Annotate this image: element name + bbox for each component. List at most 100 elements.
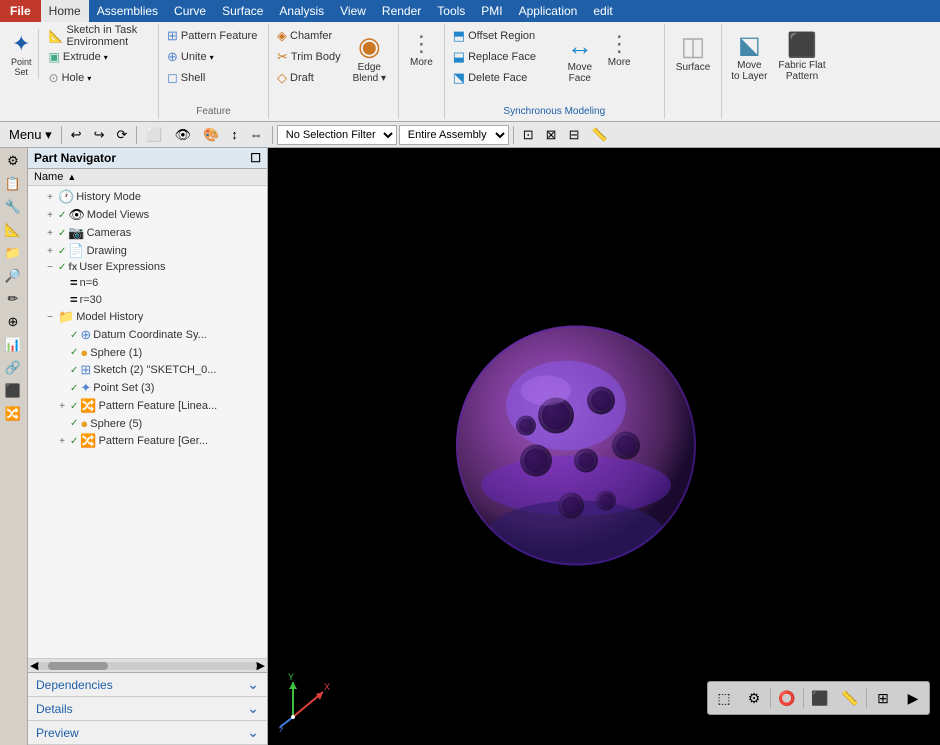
measure-btn[interactable]: 📏 <box>586 124 612 146</box>
snap-btn[interactable]: ⊡ <box>518 124 539 146</box>
menu-tab-curve[interactable]: Curve <box>166 0 214 22</box>
tree-item-sketch2[interactable]: ✓ ⊞ Sketch (2) "SKETCH_0... <box>28 361 267 379</box>
separator1 <box>61 126 62 144</box>
menu-button[interactable]: Menu ▾ <box>4 124 57 146</box>
tree-item-sphere1[interactable]: ✓ ● Sphere (1) <box>28 344 267 361</box>
redo-button[interactable]: ↪ <box>89 124 110 146</box>
sidebar-icon-2[interactable]: 📋 <box>2 173 24 195</box>
menu-tab-assemblies[interactable]: Assemblies <box>89 0 166 22</box>
part-navigator-expand[interactable]: ☐ <box>250 151 261 165</box>
menu-tab-edit[interactable]: edit <box>585 0 620 22</box>
pattern-feature-button[interactable]: ⊞ Pattern Feature <box>163 26 264 46</box>
menu-tab-home[interactable]: Home <box>41 0 89 22</box>
vp-btn-1[interactable]: ⬚ <box>710 684 738 712</box>
details-expand-icon: ⌄ <box>247 700 259 717</box>
move-face-button[interactable]: ↔ MoveFace <box>560 26 600 103</box>
datum-icon: ⊕ <box>80 327 91 343</box>
sidebar-icon-5[interactable]: 📁 <box>2 242 24 264</box>
menu-tab-render[interactable]: Render <box>374 0 429 22</box>
tree-item-model-views[interactable]: + ✓ 👁 Model Views <box>28 206 267 224</box>
sidebar-icon-10[interactable]: 🔗 <box>2 357 24 379</box>
edge-blend-button[interactable]: ◉ EdgeBlend ▾ <box>346 26 393 103</box>
view-btn3[interactable]: 🎨 <box>198 124 224 146</box>
view-btn1[interactable]: ⬜ <box>141 124 167 146</box>
menu-tab-application[interactable]: Application <box>511 0 586 22</box>
tree-item-pattern-linear[interactable]: + ✓ 🔀 Pattern Feature [Linea... <box>28 397 267 415</box>
expand-icon: − <box>44 312 56 323</box>
vp-btn-5[interactable]: 📏 <box>836 684 864 712</box>
vp-sep2 <box>803 688 804 708</box>
undo-button[interactable]: ↩ <box>66 124 87 146</box>
replace-face-button[interactable]: ⬓ Replace Face <box>449 47 559 67</box>
selection-filter-select[interactable]: No Selection Filter <box>277 125 397 145</box>
scroll-left[interactable]: ◀ <box>30 659 38 672</box>
expand-icon: + <box>56 401 68 412</box>
scroll-track[interactable] <box>38 662 256 670</box>
extrude-button[interactable]: ▣ Extrude ▾ <box>45 47 142 67</box>
tree-item-cameras[interactable]: + ✓ 📷 Cameras <box>28 224 267 242</box>
nav-tree[interactable]: + 🕐 History Mode + ✓ 👁 Model Views + ✓ 📷… <box>28 186 267 658</box>
vp-btn-3[interactable]: ⭕ <box>773 684 801 712</box>
tree-item-model-history[interactable]: − 📁 Model History <box>28 308 267 326</box>
sidebar-icon-3[interactable]: 🔧 <box>2 196 24 218</box>
tree-item-user-expr[interactable]: − ✓ fx User Expressions <box>28 260 267 274</box>
shell-button[interactable]: ◻ Shell <box>163 68 264 88</box>
preview-header[interactable]: Preview ⌄ <box>28 721 267 744</box>
menu-tab-tools[interactable]: Tools <box>429 0 473 22</box>
surface-button[interactable]: ◫ Surface <box>669 26 717 92</box>
draft-button[interactable]: ◇ Draft <box>273 68 345 88</box>
menu-tab-pmi[interactable]: PMI <box>473 0 510 22</box>
filter-btn[interactable]: ⊠ <box>541 124 562 146</box>
sketch-button[interactable]: 📐 Sketch in TaskEnvironment <box>45 26 142 46</box>
fabric-flat-pattern-button[interactable]: ⬛ Fabric FlatPattern <box>773 26 830 101</box>
menu-tab-analysis[interactable]: Analysis <box>271 0 332 22</box>
offset-region-button[interactable]: ⬒ Offset Region <box>449 26 559 46</box>
tree-item-expr-r[interactable]: = r=30 <box>28 291 267 308</box>
tree-item-pattern-gen[interactable]: + ✓ 🔀 Pattern Feature [Ger... <box>28 432 267 450</box>
assembly-filter-select[interactable]: Entire Assembly <box>399 125 509 145</box>
trim-body-button[interactable]: ✂ Trim Body <box>273 47 345 67</box>
sidebar-icon-4[interactable]: 📐 <box>2 219 24 241</box>
view-btn4[interactable]: ↕ <box>226 124 243 146</box>
sidebar-icon-9[interactable]: 📊 <box>2 334 24 356</box>
view-btn2[interactable]: 👁 <box>170 124 197 146</box>
tree-item-history-mode[interactable]: + 🕐 History Mode <box>28 188 267 206</box>
move-to-layer-button[interactable]: ⬕ Moveto Layer <box>726 26 772 101</box>
menu-tab-surface[interactable]: Surface <box>214 0 271 22</box>
chamfer-button[interactable]: ◈ Chamfer <box>273 26 345 46</box>
menu-tab-view[interactable]: View <box>332 0 374 22</box>
details-header[interactable]: Details ⌄ <box>28 697 267 720</box>
vp-expand[interactable]: ▶ <box>899 684 927 712</box>
more1-button[interactable]: ⋮ More <box>403 26 440 87</box>
delete-face-button[interactable]: ⬔ Delete Face <box>449 68 559 88</box>
tree-item-drawing[interactable]: + ✓ 📄 Drawing <box>28 242 267 260</box>
scroll-right[interactable]: ▶ <box>257 659 265 672</box>
sidebar-icon-1[interactable]: ⚙ <box>2 150 24 172</box>
vp-btn-6[interactable]: ⊞ <box>869 684 897 712</box>
sidebar-icon-6[interactable]: 🔎 <box>2 265 24 287</box>
more2-button[interactable]: ⋮ More <box>601 26 638 87</box>
file-menu-button[interactable]: File <box>0 0 41 22</box>
sidebar-icon-12[interactable]: 🔀 <box>2 403 24 425</box>
sidebar-icon-11[interactable]: ⬛ <box>2 380 24 402</box>
refresh-button[interactable]: ⟳ <box>111 124 132 146</box>
nav-scrollbar[interactable]: ◀ ▶ <box>28 658 267 672</box>
tree-item-sphere5[interactable]: ✓ ● Sphere (5) <box>28 415 267 432</box>
tree-item-pointset3[interactable]: ✓ ✦ Point Set (3) <box>28 379 267 397</box>
sidebar-icon-8[interactable]: ⊕ <box>2 311 24 333</box>
dependencies-header[interactable]: Dependencies ⌄ <box>28 673 267 696</box>
hole-button[interactable]: ⊙ Hole ▾ <box>45 68 142 88</box>
point-set-button[interactable]: ✦ PointSet <box>8 26 44 82</box>
tree-item-expr-n[interactable]: = n=6 <box>28 274 267 291</box>
constraint-btn[interactable]: ⊟ <box>564 124 585 146</box>
viewport[interactable]: X Y Z ⬚ ⚙ ⭕ ⬛ 📏 ⊞ ▶ <box>268 148 940 745</box>
vp-btn-2[interactable]: ⚙ <box>740 684 768 712</box>
vp-btn-4[interactable]: ⬛ <box>806 684 834 712</box>
unite-button[interactable]: ⊕ Unite ▾ <box>163 47 264 67</box>
sidebar-icon-7[interactable]: ✏ <box>2 288 24 310</box>
ribbon-group-feature: ⊞ Pattern Feature ⊕ Unite ▾ ◻ Shell Feat… <box>159 24 269 119</box>
tree-item-datum[interactable]: ✓ ⊕ Datum Coordinate Sy... <box>28 326 267 344</box>
check-icon: ✓ <box>58 228 66 239</box>
dependencies-panel: Dependencies ⌄ <box>28 673 267 697</box>
view-btn5[interactable]: ⇔ <box>245 124 268 146</box>
